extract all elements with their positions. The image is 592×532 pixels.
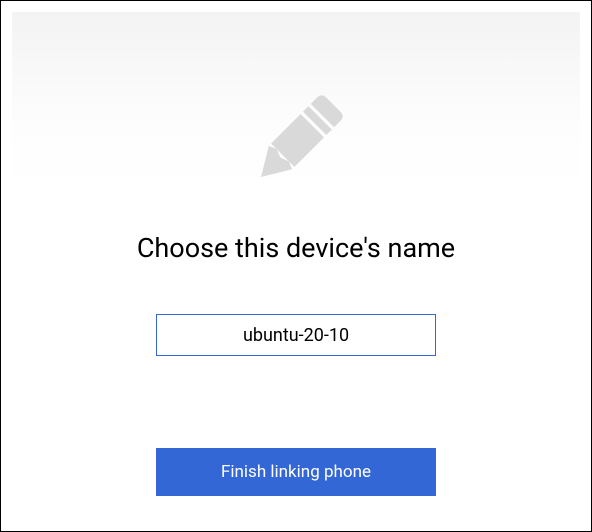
device-name-input[interactable]: [156, 314, 436, 356]
finish-linking-button[interactable]: Finish linking phone: [156, 448, 436, 496]
dialog-panel: Choose this device's name Finish linking…: [12, 12, 580, 520]
pencil-icon: [236, 82, 356, 202]
dialog-heading: Choose this device's name: [137, 232, 455, 264]
pencil-icon-svg: [241, 87, 351, 197]
dialog-frame: Choose this device's name Finish linking…: [0, 0, 592, 532]
